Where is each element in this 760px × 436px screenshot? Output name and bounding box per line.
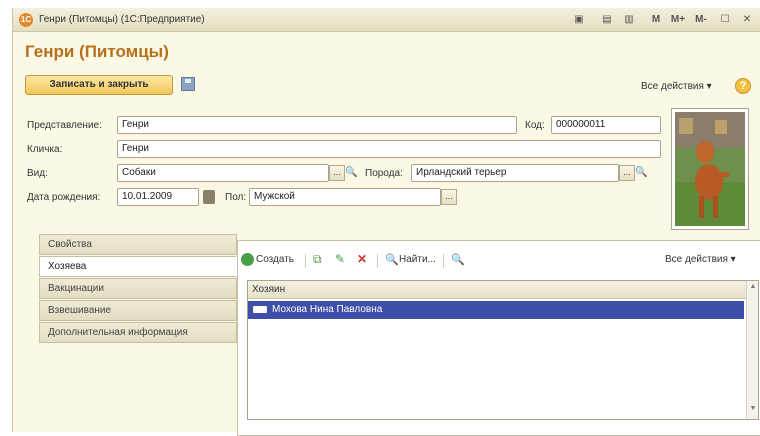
edit-pencil-icon[interactable]: ✎: [335, 252, 345, 266]
birth-date-label: Дата рождения:: [27, 192, 101, 203]
sex-field[interactable]: Мужской: [249, 188, 441, 206]
breed-field[interactable]: Ирландский терьер: [411, 164, 619, 182]
dog-photo-image: [675, 112, 745, 226]
tab-additional-info[interactable]: Дополнительная информация: [39, 322, 237, 343]
column-header-owner[interactable]: Хозяин: [248, 281, 746, 299]
memory-m-button[interactable]: M: [649, 13, 663, 27]
toolbar-separator: [377, 254, 378, 268]
form-window: 1С Генри (Питомцы) (1С:Предприятие) ▣ ▤ …: [12, 8, 760, 436]
breed-select-button[interactable]: ...: [619, 165, 635, 181]
tab-weighing[interactable]: Взвешивание: [39, 300, 237, 321]
nickname-label: Кличка:: [27, 144, 63, 155]
scroll-up-icon[interactable]: ▲: [748, 283, 758, 290]
save-and-close-button[interactable]: Записать и закрыть: [25, 75, 173, 95]
species-field[interactable]: Собаки: [117, 164, 329, 182]
owner-cell: Мохова Нина Павловна: [272, 304, 383, 315]
window-title: Генри (Питомцы) (1С:Предприятие): [39, 14, 205, 25]
presentation-label: Представление:: [27, 120, 102, 131]
notes-icon[interactable]: ▤: [601, 13, 613, 27]
find-icon[interactable]: 🔍: [385, 253, 399, 266]
create-icon[interactable]: [241, 253, 254, 266]
help-icon[interactable]: ?: [735, 78, 751, 94]
pet-photo: [671, 108, 749, 230]
breed-search-icon[interactable]: 🔍: [635, 165, 648, 181]
toolbar-separator: [443, 254, 444, 268]
memory-mplus-button[interactable]: M+: [669, 13, 687, 27]
toolbar-separator: [305, 254, 306, 268]
title-bar: 1С Генри (Питомцы) (1С:Предприятие) ▣ ▤ …: [13, 8, 760, 32]
row-record-icon: [253, 306, 267, 313]
sex-select-button[interactable]: ...: [441, 189, 457, 205]
copy-icon[interactable]: ▥: [623, 13, 635, 27]
nickname-field[interactable]: Генри: [117, 140, 661, 158]
all-actions-menu[interactable]: Все действия ▾: [641, 81, 712, 92]
delete-icon[interactable]: ✕: [357, 252, 367, 266]
page-title: Генри (Питомцы): [25, 42, 169, 61]
cancel-search-icon[interactable]: 🔍: [451, 253, 465, 266]
copy-icon[interactable]: ⧉: [313, 252, 322, 267]
species-label: Вид:: [27, 168, 48, 179]
owners-table: Хозяин Мохова Нина Павловна ▲ ▼: [247, 280, 759, 420]
sex-label: Пол:: [225, 192, 247, 203]
memory-mminus-button[interactable]: M-: [693, 13, 709, 27]
close-icon[interactable]: ✕: [741, 13, 753, 27]
species-search-icon[interactable]: 🔍: [345, 165, 358, 181]
calendar-icon[interactable]: [203, 190, 215, 204]
breed-label: Порода:: [365, 168, 403, 179]
info-icon[interactable]: ▣: [573, 13, 585, 27]
app-icon: 1С: [19, 13, 33, 27]
species-select-button[interactable]: ...: [329, 165, 345, 181]
code-label: Код:: [525, 120, 545, 131]
tab-properties[interactable]: Свойства: [39, 234, 237, 255]
tab-owners[interactable]: Хозяева: [39, 256, 237, 277]
tab-vaccinations[interactable]: Вакцинации: [39, 278, 237, 299]
presentation-field[interactable]: Генри: [117, 116, 517, 134]
vertical-scrollbar[interactable]: ▲ ▼: [746, 281, 758, 419]
find-button[interactable]: Найти...: [399, 254, 436, 265]
all-actions-panel-menu[interactable]: Все действия ▾: [665, 254, 736, 265]
birth-date-field[interactable]: 10.01.2009: [117, 188, 199, 206]
save-disk-icon[interactable]: [181, 77, 195, 91]
scroll-down-icon[interactable]: ▼: [748, 405, 758, 412]
code-field[interactable]: 000000011: [551, 116, 661, 134]
maximize-icon[interactable]: ☐: [719, 13, 731, 27]
table-row[interactable]: Мохова Нина Павловна: [248, 301, 744, 319]
create-button[interactable]: Создать: [256, 254, 294, 265]
